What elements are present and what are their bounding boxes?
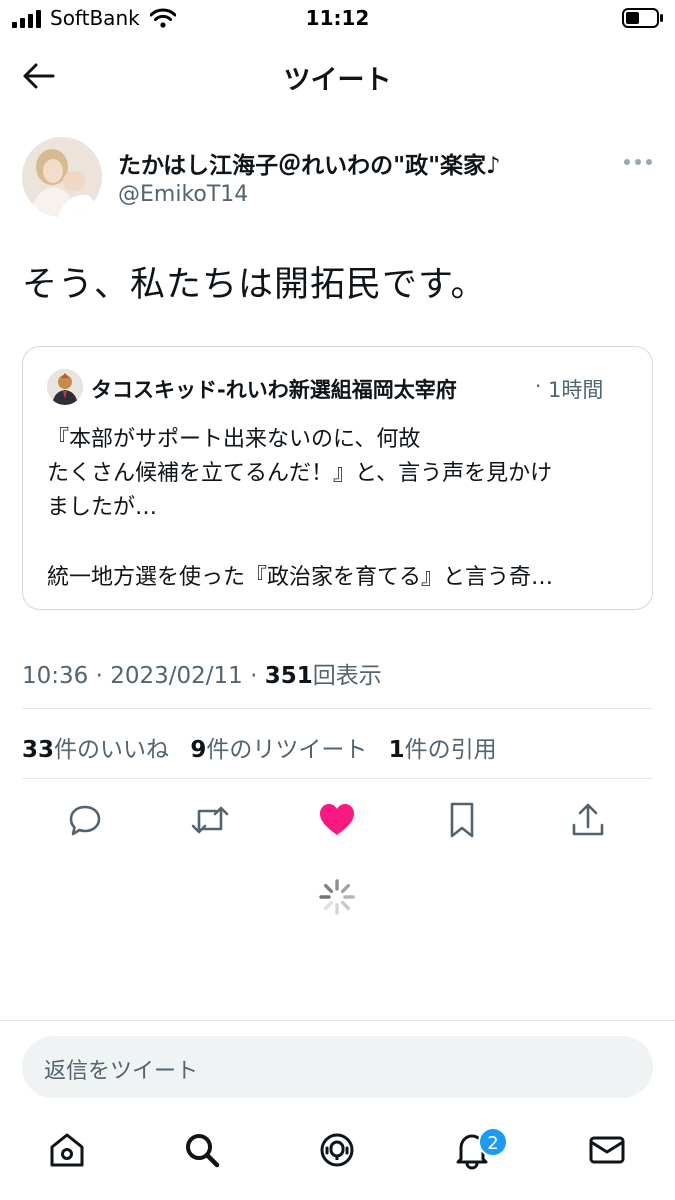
tab-spaces[interactable] (313, 1126, 361, 1174)
mail-icon (589, 1136, 625, 1164)
divider (22, 708, 653, 709)
spaces-icon (320, 1133, 354, 1167)
bookmark-button[interactable] (440, 798, 484, 842)
share-icon (572, 803, 604, 836)
dot-icon (635, 159, 641, 165)
dot-icon (624, 159, 630, 165)
notification-badge: 2 (478, 1127, 508, 1157)
quoted-author-avatar (47, 369, 83, 405)
retweets-stat[interactable]: 9件のリツイート (190, 737, 367, 763)
retweet-button[interactable] (188, 798, 232, 842)
divider (22, 778, 653, 779)
reply-input[interactable]: 返信をツイート (22, 1036, 653, 1098)
heart-filled-icon (320, 804, 354, 835)
like-button[interactable] (315, 798, 359, 842)
quotes-stat[interactable]: 1件の引用 (389, 737, 497, 763)
author-name[interactable]: たかはし江海子＠れいわの"政"楽家♪ (118, 146, 501, 180)
quoted-text-line: ましたが… (47, 495, 158, 520)
tab-messages[interactable] (583, 1126, 631, 1174)
status-bar: SoftBank 11:12 (0, 0, 675, 38)
quotes-label: 件の引用 (404, 737, 497, 763)
tab-search[interactable] (178, 1126, 226, 1174)
quotes-count: 1 (388, 737, 405, 763)
engagement-stats: 33件のいいね 9件のリツイート 1件の引用 (22, 730, 497, 764)
action-bar (0, 798, 675, 842)
separator-dot: · (95, 663, 111, 689)
clock: 11:12 (305, 6, 370, 30)
retweets-label: 件のリツイート (206, 737, 368, 763)
reply-placeholder: 返信をツイート (44, 1059, 199, 1084)
view-count: 351 (264, 663, 313, 689)
author-handle[interactable]: @EmikoT14 (118, 182, 248, 207)
quoted-avatar-image (47, 369, 83, 405)
tweet-date: 2023/02/11 (110, 663, 243, 689)
avatar-image (22, 137, 102, 217)
likes-label: 件のいいね (54, 737, 170, 763)
page-title: ツイート (283, 65, 392, 96)
separator-dot: · (250, 663, 265, 689)
view-label: 回表示 (312, 663, 382, 689)
home-icon (50, 1133, 84, 1167)
retweet-icon (191, 806, 229, 834)
divider (0, 1020, 675, 1021)
more-options-button[interactable] (618, 150, 658, 174)
search-icon (186, 1134, 220, 1168)
reply-icon (69, 805, 101, 836)
battery-icon (622, 8, 663, 28)
likes-count: 33 (22, 737, 55, 763)
author-avatar[interactable] (22, 137, 102, 217)
quoted-time: 1時間 (548, 378, 604, 402)
tab-home[interactable] (43, 1126, 91, 1174)
retweets-count: 9 (190, 737, 207, 763)
tweet-text: そう、私たちは開拓民です。 (22, 265, 487, 305)
dot-icon (646, 159, 652, 165)
likes-stat[interactable]: 33件のいいね (22, 737, 169, 763)
quoted-text-line: たくさん候補を立てるんだ！』と、言う声を見かけ (47, 461, 553, 486)
loading-spinner-icon (319, 879, 355, 915)
tweet-time: 10:36 (22, 663, 89, 689)
share-button[interactable] (566, 798, 610, 842)
quoted-author-name: タコスキッド-れいわ新選組福岡太宰府 (91, 378, 457, 402)
bottom-tab-bar (0, 1126, 675, 1186)
separator-dot: · (535, 374, 542, 398)
tweet-meta: 10:36 · 2023/02/11 · 351回表示 (22, 656, 382, 690)
quoted-text-line: 『本部がサポート出来ないのに、何故 (47, 427, 421, 452)
quoted-tweet-card[interactable]: タコスキッド-れいわ新選組福岡太宰府 · 1時間 『本部がサポート出来ないのに、… (22, 346, 653, 610)
quoted-text-line: 統一地方選を使った『政治家を育てる』と言う奇… (47, 565, 554, 590)
top-header: ツイート (0, 44, 675, 108)
reply-button[interactable] (63, 798, 107, 842)
bookmark-icon (450, 802, 474, 838)
